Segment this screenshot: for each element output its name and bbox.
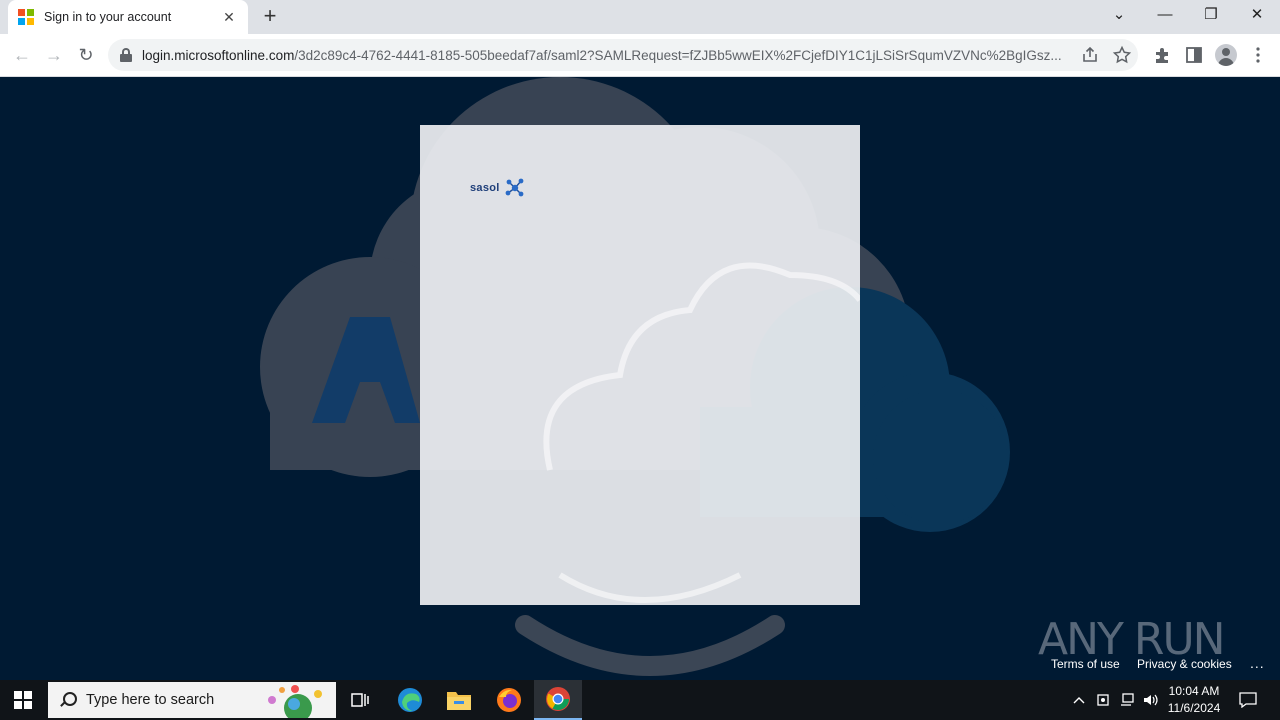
browser-toolbar: ← → ↻ login.microsoftonline.com/3d2c89c4… bbox=[0, 34, 1280, 77]
molecule-icon bbox=[505, 178, 524, 197]
logo-text: sasol bbox=[470, 182, 500, 194]
firefox-icon[interactable] bbox=[485, 680, 533, 720]
side-panel-icon[interactable] bbox=[1184, 45, 1204, 65]
search-icon bbox=[60, 692, 77, 708]
bookmark-star-icon[interactable] bbox=[1112, 45, 1132, 65]
back-button[interactable]: ← bbox=[9, 42, 35, 68]
edge-browser-icon[interactable] bbox=[386, 680, 434, 720]
minimize-button[interactable]: — bbox=[1142, 0, 1188, 34]
microsoft-logo-icon bbox=[18, 9, 34, 25]
page-content: sasol ANY RUN Terms of use Privacy & coo… bbox=[0, 77, 1280, 680]
file-explorer-icon[interactable] bbox=[435, 680, 483, 720]
terms-of-use-link[interactable]: Terms of use bbox=[1051, 657, 1120, 671]
search-highlight-globe-icon bbox=[268, 685, 322, 718]
extensions-icon[interactable] bbox=[1152, 45, 1172, 65]
tab-close-icon[interactable]: ✕ bbox=[220, 9, 238, 26]
windows-start-icon[interactable] bbox=[14, 691, 32, 709]
sign-in-card: sasol bbox=[420, 125, 860, 605]
tab-sign-in[interactable]: Sign in to your account ✕ bbox=[8, 0, 248, 34]
chrome-icon[interactable] bbox=[534, 680, 582, 720]
clock-date: 11/6/2024 bbox=[1167, 701, 1221, 715]
taskbar-search-box[interactable]: Type here to search bbox=[48, 682, 336, 718]
new-tab-button[interactable]: + bbox=[258, 5, 282, 29]
notifications-icon[interactable] bbox=[1236, 680, 1260, 720]
url-text[interactable]: login.microsoftonline.com/3d2c89c4-4762-… bbox=[142, 48, 1072, 63]
close-window-button[interactable]: ✕ bbox=[1234, 0, 1280, 34]
tab-strip: Sign in to your account ✕ + ⌄ — ❐ ✕ bbox=[0, 0, 1280, 34]
more-options-button[interactable]: ... bbox=[1250, 655, 1265, 671]
privacy-cookies-link[interactable]: Privacy & cookies bbox=[1137, 657, 1232, 671]
search-placeholder: Type here to search bbox=[86, 692, 215, 708]
menu-kebab-icon[interactable] bbox=[1248, 45, 1268, 65]
clock-time: 10:04 AM bbox=[1168, 684, 1220, 698]
lock-icon[interactable] bbox=[120, 48, 132, 62]
reload-button[interactable]: ↻ bbox=[73, 42, 99, 68]
forward-button[interactable]: → bbox=[41, 42, 67, 68]
company-logo: sasol bbox=[470, 177, 526, 199]
share-icon[interactable] bbox=[1080, 45, 1100, 65]
windows-taskbar: Type here to search 10:04 AM 11/6/2024 bbox=[0, 680, 1280, 720]
show-hidden-icons-chevron-icon[interactable] bbox=[1068, 680, 1090, 720]
volume-icon[interactable] bbox=[1141, 680, 1161, 720]
profile-avatar-icon[interactable] bbox=[1215, 44, 1237, 66]
meet-now-icon[interactable] bbox=[1094, 680, 1112, 720]
tab-search-icon[interactable]: ⌄ bbox=[1096, 0, 1142, 34]
tab-title: Sign in to your account bbox=[44, 10, 172, 24]
network-icon[interactable] bbox=[1117, 680, 1137, 720]
taskbar-clock[interactable]: 10:04 AM 11/6/2024 bbox=[1160, 683, 1228, 717]
restore-button[interactable]: ❐ bbox=[1188, 0, 1234, 34]
address-bar[interactable]: login.microsoftonline.com/3d2c89c4-4762-… bbox=[108, 39, 1138, 71]
task-view-icon[interactable] bbox=[336, 680, 384, 720]
